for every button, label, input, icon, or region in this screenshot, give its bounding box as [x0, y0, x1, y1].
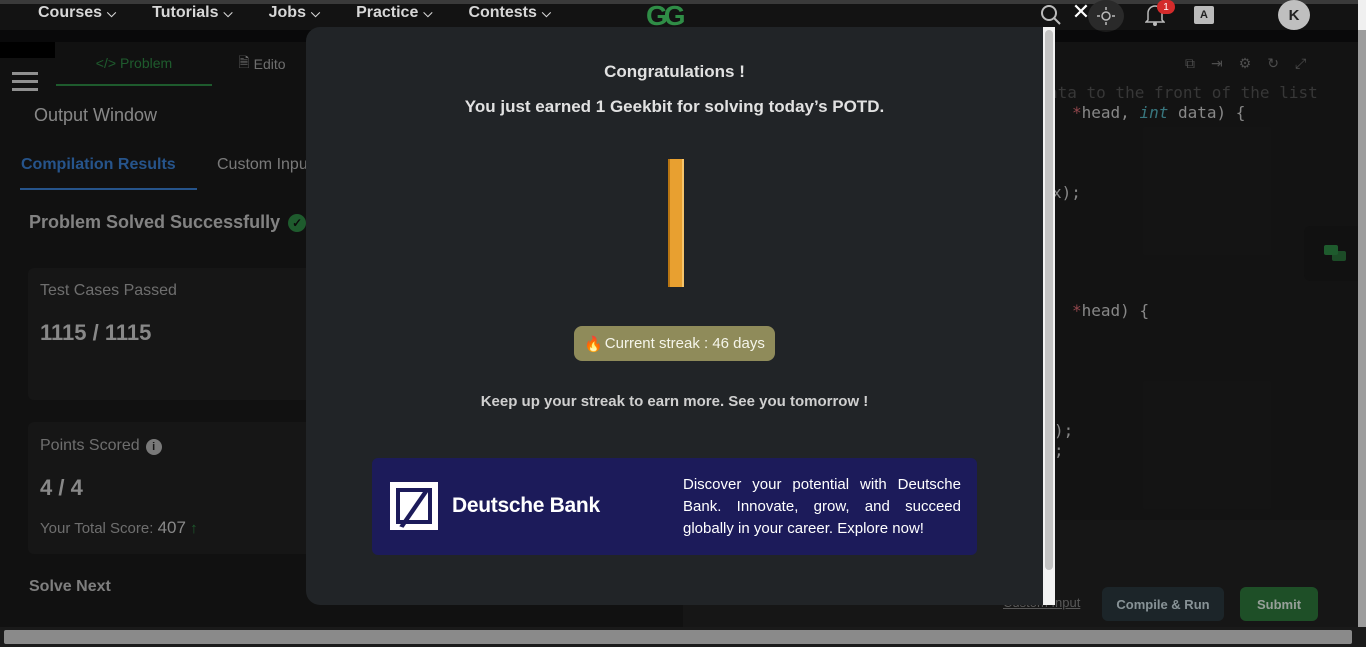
main-nav: Courses ⌵ Tutorials ⌵ Jobs ⌵ Practice ⌵ Cont…	[38, 4, 551, 22]
chevron-down-icon: ⌵	[541, 5, 552, 20]
fire-icon: 🔥	[584, 335, 603, 353]
modal-message: Keep up your streak to earn more. See yo…	[480, 393, 869, 410]
modal-scrollbar-thumb[interactable]	[1045, 30, 1053, 570]
nav-jobs[interactable]: Jobs ⌵	[269, 4, 320, 22]
ad-text: Discover your potential with Deutsche Ba…	[683, 476, 961, 537]
nav-contests[interactable]: Contests ⌵	[468, 4, 551, 22]
nav-tutorials[interactable]: Tutorials ⌵	[152, 4, 232, 22]
nav-courses[interactable]: Courses ⌵	[38, 4, 116, 22]
nav-practice[interactable]: Practice ⌵	[356, 4, 432, 22]
translate-icon[interactable]: A	[1194, 6, 1214, 24]
chevron-down-icon: ⌵	[223, 5, 233, 20]
geekbit-coin-icon	[668, 159, 684, 287]
scrollbar-thumb[interactable]	[4, 630, 1352, 644]
modal-title: Congratulations !	[604, 62, 745, 81]
search-icon[interactable]	[1040, 4, 1062, 26]
ad-brand: Deutsche Bank	[452, 494, 600, 517]
chevron-down-icon: ⌵	[107, 5, 117, 20]
theme-toggle-icon[interactable]	[1088, 0, 1124, 32]
chevron-down-icon: ⌵	[423, 5, 433, 20]
chevron-down-icon: ⌵	[310, 5, 321, 20]
modal-subtitle: You just earned 1 Geekbit for solving to…	[464, 97, 885, 116]
deutsche-bank-logo	[390, 482, 438, 530]
notification-badge: 1	[1157, 0, 1175, 14]
streak-badge: 🔥 Current streak : 46 days	[574, 326, 775, 361]
close-icon[interactable]: ✕	[1070, 0, 1092, 24]
avatar[interactable]: K	[1278, 0, 1310, 30]
